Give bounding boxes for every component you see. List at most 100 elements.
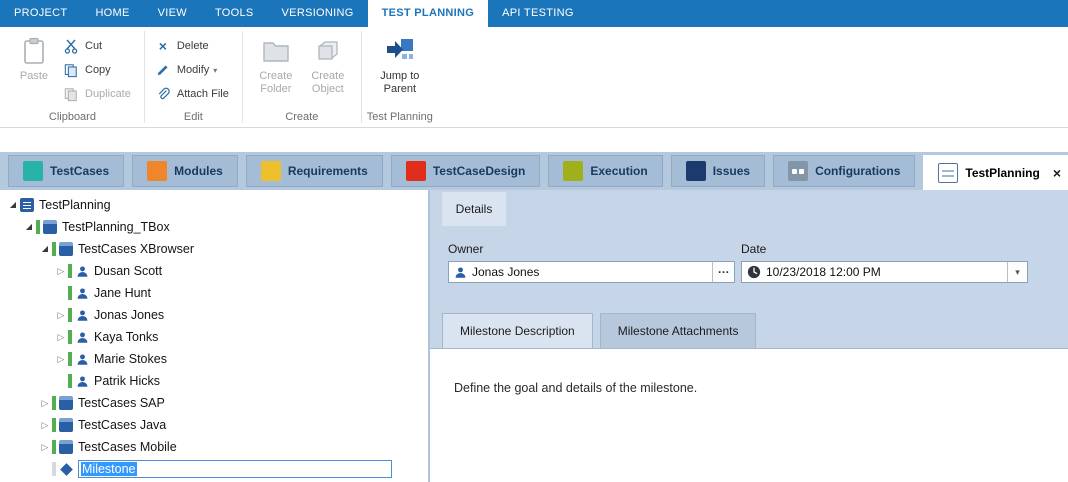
ribbon-group-create: Create Folder Create Object Create (244, 27, 360, 127)
tree-item-jonas-jones[interactable]: ▷ Jonas Jones (0, 304, 428, 326)
tree-item-testcases-mobile[interactable]: ▷ TestCases Mobile (0, 436, 428, 458)
ribbon-separator (361, 31, 362, 123)
menu-view[interactable]: VIEW (144, 0, 201, 27)
menu-tools[interactable]: TOOLS (201, 0, 268, 27)
tree-item-patrik-hicks[interactable]: Patrik Hicks (0, 370, 428, 392)
attach-file-button[interactable]: Attach File (152, 82, 235, 106)
copy-button[interactable]: Copy (60, 58, 137, 82)
milestone-description-text: Define the goal and details of the miles… (454, 381, 1048, 395)
ribbon: Paste Cut Copy (0, 27, 1068, 128)
selected-text: Milestone (81, 462, 137, 476)
tab-testcasedesign[interactable]: TestCaseDesign (391, 155, 540, 187)
milestone-subtabs: Milestone Description Milestone Attachme… (442, 313, 1068, 348)
collapsed-arrow-icon[interactable]: ▷ (38, 396, 52, 410)
tab-testcases[interactable]: TestCases (8, 155, 124, 187)
menu-home[interactable]: HOME (81, 0, 143, 27)
status-bar (68, 308, 72, 322)
milestone-icon (60, 463, 73, 476)
copy-label: Copy (85, 64, 111, 76)
status-bar (68, 352, 72, 366)
tree-item-jane-hunt[interactable]: Jane Hunt (0, 282, 428, 304)
collapsed-arrow-icon[interactable]: ▷ (54, 330, 68, 344)
tree-item-testcases-sap[interactable]: ▷ TestCases SAP (0, 392, 428, 414)
tree-item-label: Patrik Hicks (94, 374, 160, 388)
expanded-arrow-icon[interactable]: ◢ (22, 220, 36, 234)
jump-to-parent-icon (385, 35, 415, 67)
tab-requirements[interactable]: Requirements (246, 155, 383, 187)
person-icon (75, 286, 89, 300)
date-field[interactable]: 10/23/2018 12:00 PM ▾ (741, 261, 1028, 283)
date-label: Date (741, 242, 1028, 256)
owner-field[interactable]: Jonas Jones … (448, 261, 735, 283)
tab-execution[interactable]: Execution (548, 155, 662, 187)
owner-browse-button[interactable]: … (712, 262, 734, 282)
tree-item-dusan-scott[interactable]: ▷ Dusan Scott (0, 260, 428, 282)
modify-button[interactable]: Modify ▾ (152, 58, 235, 82)
requirements-icon (261, 161, 281, 181)
tree-item-label: TestCases SAP (78, 396, 165, 410)
group-label-create: Create (244, 109, 360, 127)
project-tree: ◢ TestPlanning ◢ TestPlanning_TBox ◢ Tes… (0, 190, 430, 482)
milestone-rename-input[interactable]: Milestone (78, 460, 392, 478)
clipboard-icon (19, 35, 49, 67)
tab-testplanning[interactable]: TestPlanning × (923, 155, 1068, 190)
create-object-button[interactable]: Create Object (302, 32, 354, 96)
menu-test-planning[interactable]: TEST PLANNING (368, 0, 489, 27)
copy-icon (62, 62, 80, 78)
jump-to-parent-button[interactable]: Jump to Parent (369, 32, 431, 96)
tree-item-kaya-tonks[interactable]: ▷ Kaya Tonks (0, 326, 428, 348)
tree-item-label: TestCases Mobile (78, 440, 177, 454)
group-label-clipboard: Clipboard (2, 109, 143, 127)
tree-item-testcases-java[interactable]: ▷ TestCases Java (0, 414, 428, 436)
menu-versioning[interactable]: VERSIONING (268, 0, 368, 27)
tree-item-testplanning[interactable]: ◢ TestPlanning (0, 194, 428, 216)
tab-configurations[interactable]: Configurations (773, 155, 915, 187)
paperclip-icon (154, 86, 172, 102)
group-label-test-planning: Test Planning (363, 109, 437, 127)
status-bar (68, 374, 72, 388)
duplicate-button[interactable]: Duplicate (60, 82, 137, 106)
close-icon[interactable]: × (1053, 166, 1061, 180)
date-dropdown-button[interactable]: ▾ (1007, 262, 1027, 282)
expanded-arrow-icon[interactable]: ◢ (6, 198, 20, 212)
collapsed-arrow-icon[interactable]: ▷ (54, 352, 68, 366)
duplicate-icon (62, 86, 80, 102)
paste-button[interactable]: Paste (8, 32, 60, 83)
status-bar (52, 440, 56, 454)
tab-details[interactable]: Details (442, 192, 506, 226)
execution-icon (563, 161, 583, 181)
delete-button[interactable]: × Delete (152, 34, 235, 58)
collapsed-arrow-icon[interactable]: ▷ (54, 308, 68, 322)
tab-milestone-attachments[interactable]: Milestone Attachments (600, 313, 757, 348)
status-bar (52, 418, 56, 432)
cut-button[interactable]: Cut (60, 34, 137, 58)
collapsed-arrow-icon[interactable]: ▷ (54, 264, 68, 278)
tree-item-testcases-xbrowser[interactable]: ◢ TestCases XBrowser (0, 238, 428, 260)
status-bar (52, 242, 56, 256)
tab-testcasedesign-label: TestCaseDesign (433, 164, 525, 178)
expanded-arrow-icon[interactable]: ◢ (38, 242, 52, 256)
milestone-description-area[interactable]: Define the goal and details of the miles… (430, 348, 1068, 482)
tab-testplanning-label: TestPlanning (965, 166, 1039, 180)
tree-item-milestone[interactable]: Milestone (0, 458, 428, 480)
clock-icon (747, 265, 761, 279)
tree-item-label: Kaya Tonks (94, 330, 158, 344)
collapsed-arrow-icon[interactable]: ▷ (38, 418, 52, 432)
menu-api-testing[interactable]: API TESTING (488, 0, 588, 27)
tab-milestone-description[interactable]: Milestone Description (442, 313, 593, 348)
details-panel: Details Owner Jonas Jones … Date (430, 190, 1068, 482)
modify-label: Modify (177, 64, 209, 76)
create-folder-button[interactable]: Create Folder (250, 32, 302, 96)
menu-project[interactable]: PROJECT (0, 0, 81, 27)
modify-dropdown-icon[interactable]: ▾ (213, 66, 217, 75)
collapsed-arrow-icon[interactable]: ▷ (38, 440, 52, 454)
folder-icon (59, 242, 73, 256)
application-window: PROJECT HOME VIEW TOOLS VERSIONING TEST … (0, 0, 1068, 482)
tab-modules[interactable]: Modules (132, 155, 238, 187)
tab-issues[interactable]: Issues (671, 155, 765, 187)
status-bar (52, 462, 56, 476)
tree-item-marie-stokes[interactable]: ▷ Marie Stokes (0, 348, 428, 370)
folder-icon (59, 396, 73, 410)
tree-item-testplanning-tbox[interactable]: ◢ TestPlanning_TBox (0, 216, 428, 238)
cube-icon (313, 35, 343, 67)
